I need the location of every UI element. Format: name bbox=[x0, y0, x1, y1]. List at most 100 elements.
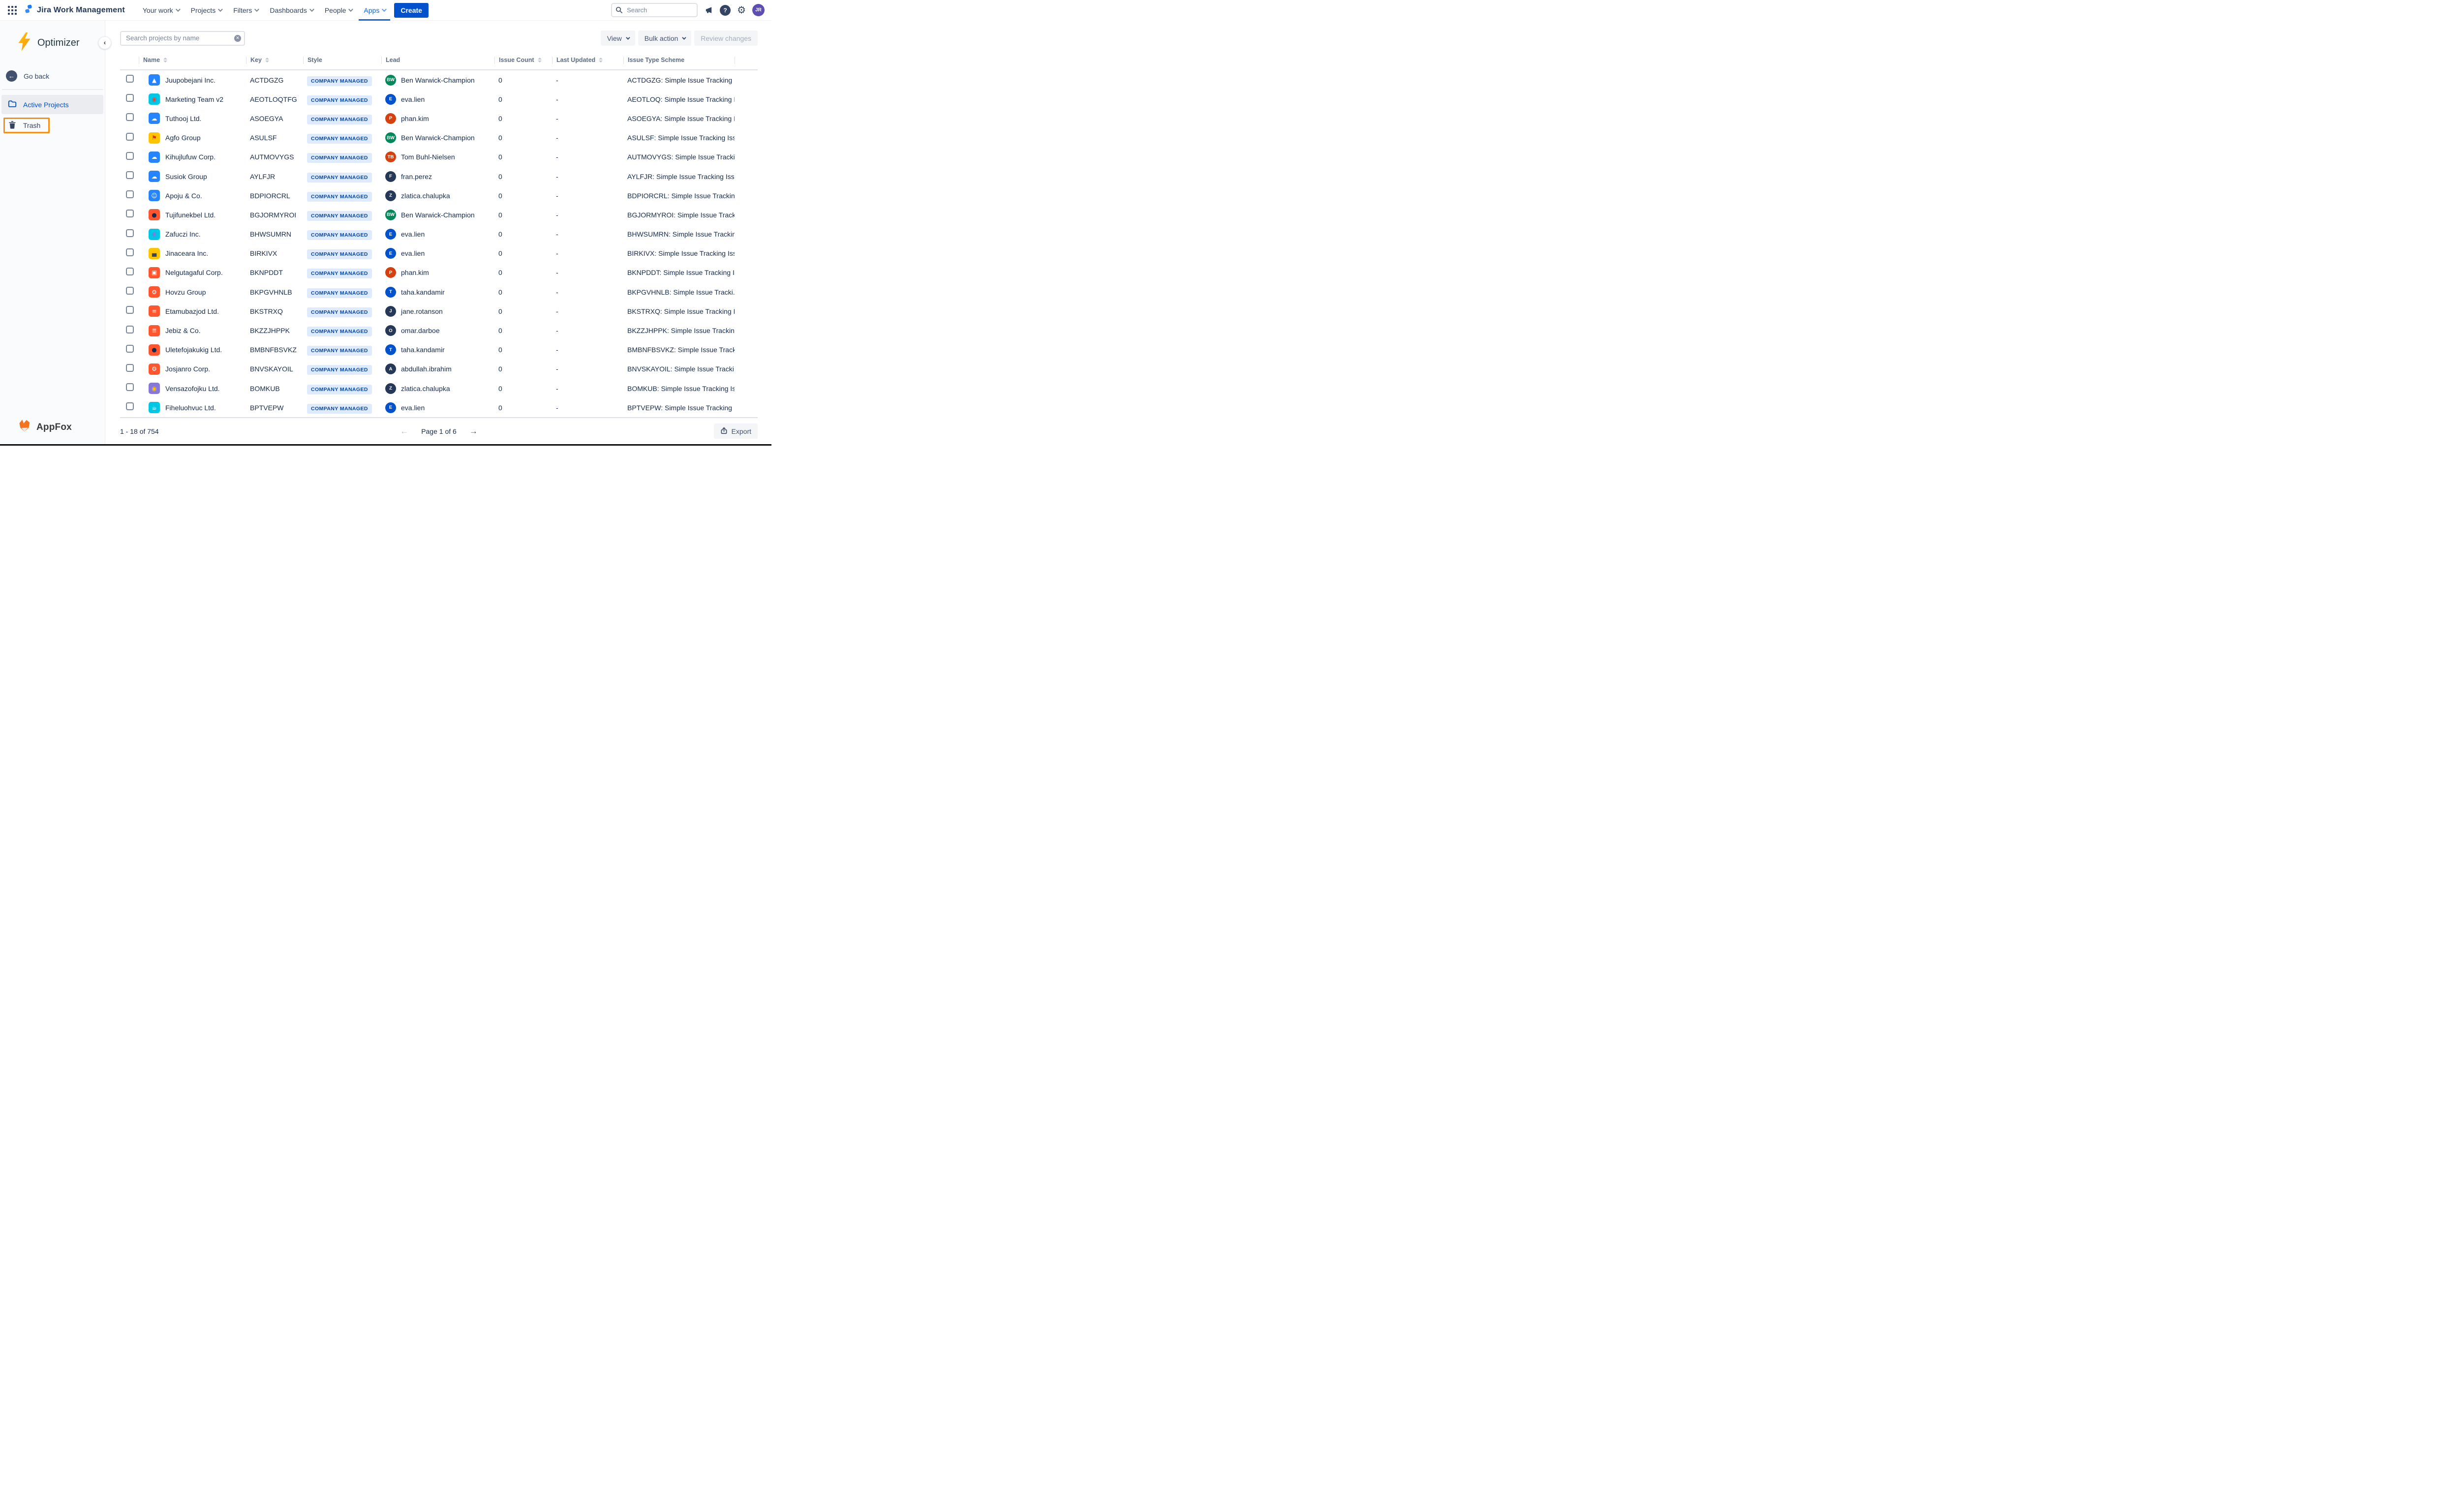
style-badge: COMPANY MANAGED bbox=[307, 76, 372, 86]
project-key: AUTMOVYGS bbox=[246, 153, 303, 161]
nav-filters[interactable]: Filters bbox=[228, 0, 263, 21]
project-name-link[interactable]: Tujifunekbel Ltd. bbox=[165, 211, 215, 219]
sidebar-item-active-projects[interactable]: Active Projects bbox=[1, 95, 103, 114]
issue-type-scheme: BMBNFBSVKZ: Simple Issue Track... bbox=[623, 346, 735, 354]
row-checkbox[interactable] bbox=[126, 248, 134, 256]
row-checkbox[interactable] bbox=[126, 326, 134, 333]
row-checkbox[interactable] bbox=[126, 94, 134, 102]
screen-bottom-edge bbox=[0, 444, 771, 446]
project-key: ASULSF bbox=[246, 134, 303, 142]
row-checkbox[interactable] bbox=[126, 402, 134, 410]
column-header-issue-type-scheme[interactable]: Issue Type Scheme bbox=[623, 57, 735, 64]
column-header-lead[interactable]: Lead bbox=[381, 57, 494, 64]
column-header-last-updated[interactable]: Last Updated bbox=[552, 57, 623, 64]
project-name-link[interactable]: Vensazofojku Ltd. bbox=[165, 385, 220, 393]
project-name-link[interactable]: Susiok Group bbox=[165, 173, 207, 181]
project-name-link[interactable]: Uletefojakukig Ltd. bbox=[165, 346, 222, 354]
previous-page-arrow-icon[interactable]: ← bbox=[400, 426, 408, 436]
project-name-link[interactable]: Juupobejani Inc. bbox=[165, 76, 215, 84]
table-row: ≣ Jebiz & Co. BKZZJHPPK COMPANY MANAGED … bbox=[120, 321, 758, 340]
row-checkbox[interactable] bbox=[126, 133, 134, 141]
go-back-button[interactable]: ← Go back bbox=[6, 70, 105, 82]
row-checkbox[interactable] bbox=[126, 287, 134, 295]
settings-gear-icon[interactable]: ⚙ bbox=[737, 5, 746, 15]
jira-brand[interactable]: Jira Work Management bbox=[24, 4, 125, 16]
row-checkbox[interactable] bbox=[126, 345, 134, 353]
nav-people[interactable]: People bbox=[320, 0, 357, 21]
project-name-link[interactable]: Agfo Group bbox=[165, 134, 201, 142]
row-checkbox[interactable] bbox=[126, 364, 134, 372]
style-badge: COMPANY MANAGED bbox=[307, 134, 372, 144]
column-header-name[interactable]: Name bbox=[139, 57, 246, 64]
announcements-flag-icon[interactable] bbox=[704, 5, 713, 15]
project-name-link[interactable]: Marketing Team v2 bbox=[165, 95, 223, 103]
row-checkbox[interactable] bbox=[126, 171, 134, 179]
nav-dashboards[interactable]: Dashboards bbox=[265, 0, 318, 21]
issue-count: 0 bbox=[494, 404, 552, 412]
project-name-link[interactable]: Apoju & Co. bbox=[165, 192, 202, 200]
style-badge: COMPANY MANAGED bbox=[307, 95, 372, 105]
row-checkbox[interactable] bbox=[126, 306, 134, 314]
row-checkbox[interactable] bbox=[126, 268, 134, 275]
column-header-key[interactable]: Key bbox=[246, 57, 303, 64]
last-updated: - bbox=[552, 192, 623, 200]
lead-avatar: P bbox=[385, 113, 396, 124]
issue-type-scheme: BDPIORCRL: Simple Issue Trackin... bbox=[623, 192, 735, 200]
issue-type-scheme: BKZZJHPPK: Simple Issue Trackin... bbox=[623, 327, 735, 334]
nav-apps[interactable]: Apps bbox=[359, 0, 390, 21]
view-button[interactable]: View bbox=[601, 30, 635, 46]
bulk-action-button[interactable]: Bulk action bbox=[638, 30, 691, 46]
lead-name: eva.lien bbox=[401, 95, 425, 103]
column-header-style[interactable]: Style bbox=[303, 57, 381, 64]
row-checkbox[interactable] bbox=[126, 229, 134, 237]
nav-your-work[interactable]: Your work bbox=[138, 0, 184, 21]
app-switcher-icon[interactable] bbox=[8, 6, 17, 15]
project-name-link[interactable]: Tuthooj Ltd. bbox=[165, 115, 201, 122]
project-name-link[interactable]: Fiheluohvuc Ltd. bbox=[165, 404, 216, 412]
lead-name: phan.kim bbox=[401, 269, 429, 276]
row-checkbox[interactable] bbox=[126, 210, 134, 217]
project-name-link[interactable]: Kihujlufuw Corp. bbox=[165, 153, 215, 161]
table-row: ☁ Susiok Group AYLFJR COMPANY MANAGED F … bbox=[120, 167, 758, 186]
clear-search-icon[interactable]: ✕ bbox=[234, 35, 241, 42]
lead-avatar: O bbox=[385, 325, 396, 336]
user-avatar[interactable]: JR bbox=[752, 4, 765, 16]
table-row: ● Tujifunekbel Ltd. BGJORMYROI COMPANY M… bbox=[120, 205, 758, 224]
last-updated: - bbox=[552, 230, 623, 238]
sidebar-collapse-button[interactable]: ‹ bbox=[98, 36, 111, 49]
project-name-link[interactable]: Zafuczi Inc. bbox=[165, 230, 201, 238]
project-name-link[interactable]: Jebiz & Co. bbox=[165, 327, 201, 334]
project-avatar-icon: ● bbox=[149, 209, 160, 220]
project-name-link[interactable]: Nelgutagaful Corp. bbox=[165, 269, 223, 276]
project-name-link[interactable]: Josjanro Corp. bbox=[165, 365, 210, 373]
project-avatar-icon: ⚙ bbox=[149, 286, 160, 298]
row-checkbox[interactable] bbox=[126, 190, 134, 198]
last-updated: - bbox=[552, 134, 623, 142]
global-search-input[interactable] bbox=[611, 3, 698, 17]
row-checkbox[interactable] bbox=[126, 75, 134, 83]
project-name-link[interactable]: Hovzu Group bbox=[165, 288, 206, 296]
review-changes-button[interactable]: Review changes bbox=[694, 30, 758, 46]
page-indicator: Page 1 of 6 bbox=[421, 427, 457, 435]
issue-count: 0 bbox=[494, 192, 552, 200]
nav-projects[interactable]: Projects bbox=[186, 0, 227, 21]
style-badge: COMPANY MANAGED bbox=[307, 327, 372, 336]
row-checkbox[interactable] bbox=[126, 383, 134, 391]
arrow-left-icon: ← bbox=[6, 70, 17, 82]
issue-type-scheme: ACTDGZG: Simple Issue Tracking I... bbox=[623, 76, 735, 84]
help-icon[interactable]: ? bbox=[720, 5, 731, 16]
project-avatar-icon: ⚑ bbox=[149, 132, 160, 144]
project-avatar-icon: ≣ bbox=[149, 325, 160, 336]
row-checkbox[interactable] bbox=[126, 113, 134, 121]
sidebar-item-trash[interactable]: Trash bbox=[3, 118, 50, 133]
project-name-link[interactable]: Jinaceara Inc. bbox=[165, 249, 208, 257]
next-page-arrow-icon[interactable]: → bbox=[469, 426, 478, 436]
project-name-link[interactable]: Etamubazjod Ltd. bbox=[165, 307, 219, 315]
project-key: AYLFJR bbox=[246, 173, 303, 181]
create-button[interactable]: Create bbox=[394, 3, 429, 18]
column-header-issue-count[interactable]: Issue Count bbox=[494, 57, 552, 64]
project-search-input[interactable] bbox=[120, 31, 245, 46]
export-button[interactable]: Export bbox=[714, 423, 758, 439]
row-checkbox[interactable] bbox=[126, 152, 134, 160]
folder-icon bbox=[8, 100, 17, 109]
